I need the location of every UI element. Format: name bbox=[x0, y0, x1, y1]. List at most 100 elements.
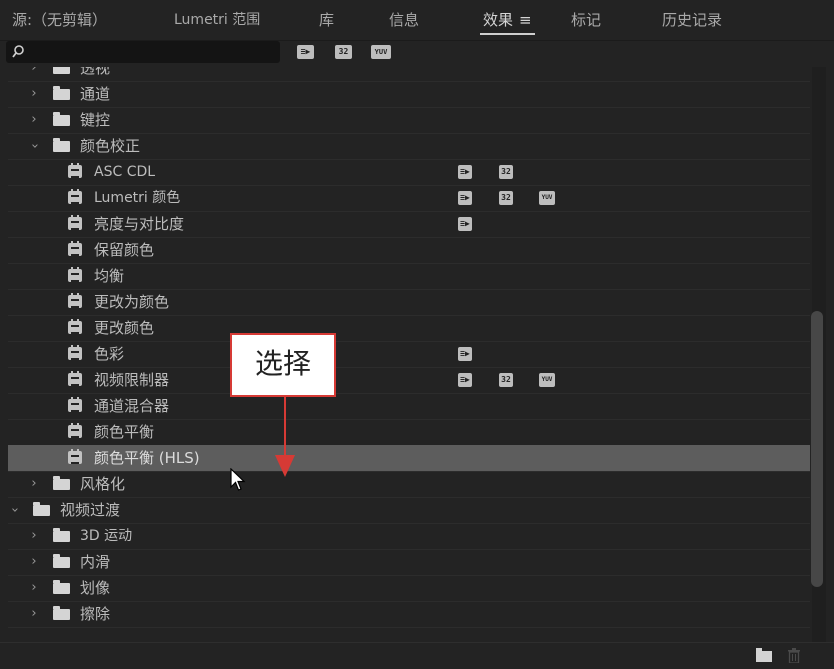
chevron-down-icon[interactable]: › bbox=[21, 140, 47, 152]
tree-folder-channel[interactable]: › 通道 bbox=[8, 81, 810, 108]
chevron-right-icon[interactable]: › bbox=[28, 523, 40, 549]
effect-icon bbox=[68, 397, 82, 412]
folder-icon bbox=[53, 554, 70, 568]
chevron-right-icon[interactable]: › bbox=[28, 81, 40, 107]
chevron-down-icon[interactable]: › bbox=[8, 504, 27, 516]
tab-source[interactable]: 源:（无剪辑） bbox=[12, 9, 107, 30]
tab-libraries[interactable]: 库 bbox=[319, 9, 334, 30]
mouse-cursor-icon bbox=[230, 468, 246, 491]
tree-folder-perspective[interactable]: › 透视 bbox=[8, 67, 810, 82]
active-tab-underline bbox=[480, 33, 535, 35]
32bit-badge: 32 bbox=[499, 165, 513, 179]
tab-info[interactable]: 信息 bbox=[389, 9, 419, 30]
chevron-right-icon[interactable]: › bbox=[28, 601, 40, 627]
tree-effect-color-balance[interactable]: 颜色平衡 bbox=[8, 419, 810, 446]
effect-icon bbox=[68, 241, 82, 256]
tab-markers[interactable]: 标记 bbox=[571, 9, 601, 30]
tree-folder-keying[interactable]: › 键控 bbox=[8, 107, 810, 134]
tree-folder-video-transitions[interactable]: › 视频过渡 bbox=[8, 497, 810, 524]
tree-folder-slide[interactable]: › 内滑 bbox=[8, 549, 810, 576]
effects-tree: › 透视 › 通道 › 键控 › 颜色校正 ASC CDL ≡▶ 32 Lume… bbox=[8, 67, 810, 642]
trash-icon[interactable] bbox=[788, 648, 800, 663]
yuv-filter-button[interactable]: YUV bbox=[371, 45, 391, 59]
yuv-badge: YUV bbox=[539, 191, 555, 205]
panel-tab-bar: 源:（无剪辑） Lumetri 范围 库 信息 效果 ≡ 标记 历史记录 bbox=[0, 0, 834, 41]
tree-item-label: 颜色校正 bbox=[80, 137, 141, 155]
tree-effect-change-color[interactable]: 更改颜色 bbox=[8, 315, 810, 342]
chevron-right-icon[interactable]: › bbox=[28, 107, 40, 133]
effects-toolbar: ≡▶ 32 YUV bbox=[0, 41, 834, 65]
tree-item-label: 通道 bbox=[80, 85, 111, 103]
accelerated-badge: ≡▶ bbox=[458, 347, 472, 361]
tree-effect-video-limiter[interactable]: 视频限制器 ≡▶ 32 YUV bbox=[8, 367, 810, 394]
tree-effect-channel-mixer[interactable]: 通道混合器 bbox=[8, 393, 810, 420]
effect-icon bbox=[68, 215, 82, 230]
tree-effect-brightness-contrast[interactable]: 亮度与对比度 ≡▶ bbox=[8, 211, 810, 238]
effect-icon bbox=[68, 293, 82, 308]
tree-item-label: 更改颜色 bbox=[94, 319, 155, 337]
folder-icon bbox=[53, 112, 70, 126]
folder-icon bbox=[53, 606, 70, 620]
new-bin-icon[interactable] bbox=[756, 648, 772, 662]
annotation-arrow-line bbox=[284, 397, 286, 459]
tab-history[interactable]: 历史记录 bbox=[662, 9, 722, 30]
chevron-right-icon[interactable]: › bbox=[28, 575, 40, 601]
accelerated-effects-filter-button[interactable]: ≡▶ bbox=[297, 45, 314, 59]
chevron-right-icon[interactable]: › bbox=[28, 67, 40, 81]
annotation-callout: 选择 bbox=[230, 333, 336, 397]
tree-item-label: 更改为颜色 bbox=[94, 293, 170, 311]
effect-icon bbox=[68, 423, 82, 438]
tree-effect-color-balance-hls[interactable]: 颜色平衡 (HLS) bbox=[8, 445, 810, 472]
tree-item-label: 3D 运动 bbox=[80, 528, 133, 544]
tree-folder-stylize[interactable]: › 风格化 bbox=[8, 471, 810, 498]
tree-effect-leave-color[interactable]: 保留颜色 bbox=[8, 237, 810, 264]
tree-effect-asc-cdl[interactable]: ASC CDL ≡▶ 32 bbox=[8, 159, 810, 186]
tree-item-label: 颜色平衡 (HLS) bbox=[94, 449, 200, 467]
tree-folder-3d-motion[interactable]: › 3D 运动 bbox=[8, 523, 810, 550]
tree-folder-color-correction[interactable]: › 颜色校正 bbox=[8, 133, 810, 160]
folder-icon bbox=[53, 67, 70, 74]
32bit-badge: 32 bbox=[499, 191, 513, 205]
tree-effect-tint[interactable]: 色彩 ≡▶ bbox=[8, 341, 810, 368]
search-icon bbox=[12, 45, 24, 58]
folder-icon bbox=[53, 580, 70, 594]
tab-effects[interactable]: 效果 ≡ bbox=[480, 9, 535, 35]
panel-menu-icon[interactable]: ≡ bbox=[519, 11, 532, 29]
tree-item-label: 风格化 bbox=[80, 475, 126, 493]
tree-item-label: 视频限制器 bbox=[94, 371, 170, 389]
tree-item-label: ASC CDL bbox=[94, 164, 156, 180]
folder-icon bbox=[53, 476, 70, 490]
tree-item-label: 划像 bbox=[80, 579, 111, 597]
tree-item-label: 亮度与对比度 bbox=[94, 215, 185, 233]
tree-item-label: 擦除 bbox=[80, 605, 111, 623]
tab-lumetri-scopes[interactable]: Lumetri 范围 bbox=[174, 9, 260, 29]
accelerated-badge: ≡▶ bbox=[458, 165, 472, 179]
folder-icon bbox=[33, 502, 50, 516]
accelerated-badge: ≡▶ bbox=[458, 217, 472, 231]
folder-icon bbox=[53, 528, 70, 542]
effect-icon bbox=[68, 371, 82, 386]
scrollbar-thumb[interactable] bbox=[811, 311, 823, 587]
accelerated-badge: ≡▶ bbox=[458, 373, 472, 387]
tree-effect-equalize[interactable]: 均衡 bbox=[8, 263, 810, 290]
effect-icon bbox=[68, 267, 82, 282]
tree-effect-lumetri-color[interactable]: Lumetri 颜色 ≡▶ 32 YUV bbox=[8, 185, 810, 212]
tree-effect-change-to-color[interactable]: 更改为颜色 bbox=[8, 289, 810, 316]
tree-item-label: 内滑 bbox=[80, 553, 111, 571]
chevron-right-icon[interactable]: › bbox=[28, 471, 40, 497]
folder-icon bbox=[53, 138, 70, 152]
yuv-badge: YUV bbox=[539, 373, 555, 387]
tree-folder-wipe[interactable]: › 擦除 bbox=[8, 601, 810, 628]
tree-item-label: 颜色平衡 bbox=[94, 423, 155, 441]
chevron-right-icon[interactable]: › bbox=[28, 549, 40, 575]
tree-folder-iris[interactable]: › 划像 bbox=[8, 575, 810, 602]
folder-icon bbox=[53, 86, 70, 100]
effect-icon bbox=[68, 345, 82, 360]
tree-item-label: 保留颜色 bbox=[94, 241, 155, 259]
32bit-filter-button[interactable]: 32 bbox=[335, 45, 352, 59]
tree-item-label: 均衡 bbox=[94, 267, 125, 285]
search-input[interactable] bbox=[6, 41, 280, 63]
tree-item-label: 键控 bbox=[80, 111, 111, 129]
effect-icon bbox=[68, 449, 82, 464]
tree-item-label: 色彩 bbox=[94, 345, 125, 363]
